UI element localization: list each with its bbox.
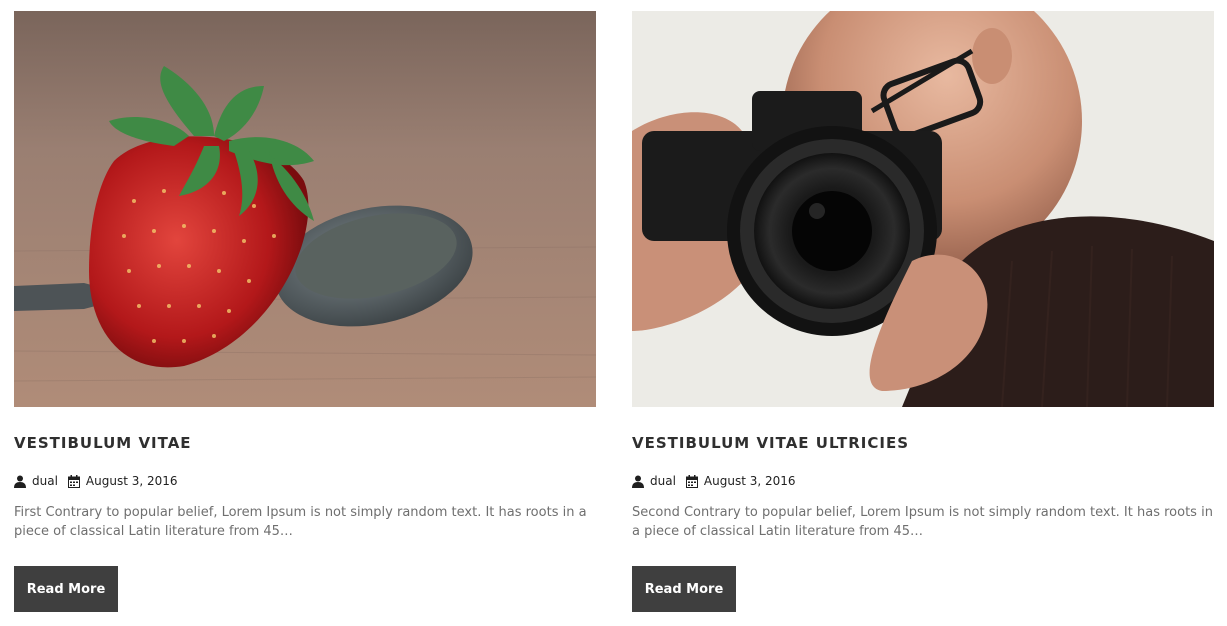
strawberry-and-spoon-photo [14, 11, 596, 407]
calendar-icon [67, 474, 80, 488]
blog-post-grid: VESTIBULUM VITAE dual August 3, 2016 Fir… [0, 0, 1227, 626]
user-icon [14, 475, 26, 488]
read-more-button[interactable]: Read More [632, 566, 736, 612]
post-excerpt: First Contrary to popular belief, Lorem … [14, 505, 587, 539]
read-more-button[interactable]: Read More [14, 566, 118, 612]
post-card: VESTIBULUM VITAE dual August 3, 2016 Fir… [14, 11, 596, 612]
post-thumbnail-photographer[interactable] [632, 11, 1214, 407]
post-author[interactable]: dual [32, 474, 58, 488]
post-meta: dual August 3, 2016 [632, 474, 796, 488]
user-icon [632, 475, 644, 488]
post-date[interactable]: August 3, 2016 [704, 474, 796, 488]
post-title[interactable]: VESTIBULUM VITAE [14, 434, 192, 452]
post-title[interactable]: VESTIBULUM VITAE ULTRICIES [632, 434, 909, 452]
post-card: VESTIBULUM VITAE ULTRICIES dual August 3… [632, 11, 1214, 612]
post-author[interactable]: dual [650, 474, 676, 488]
post-thumbnail-strawberry[interactable] [14, 11, 596, 407]
post-excerpt: Second Contrary to popular belief, Lorem… [632, 505, 1213, 539]
post-date[interactable]: August 3, 2016 [86, 474, 178, 488]
calendar-icon [685, 474, 698, 488]
photographer-with-camera-photo [632, 11, 1214, 407]
post-meta: dual August 3, 2016 [14, 474, 178, 488]
